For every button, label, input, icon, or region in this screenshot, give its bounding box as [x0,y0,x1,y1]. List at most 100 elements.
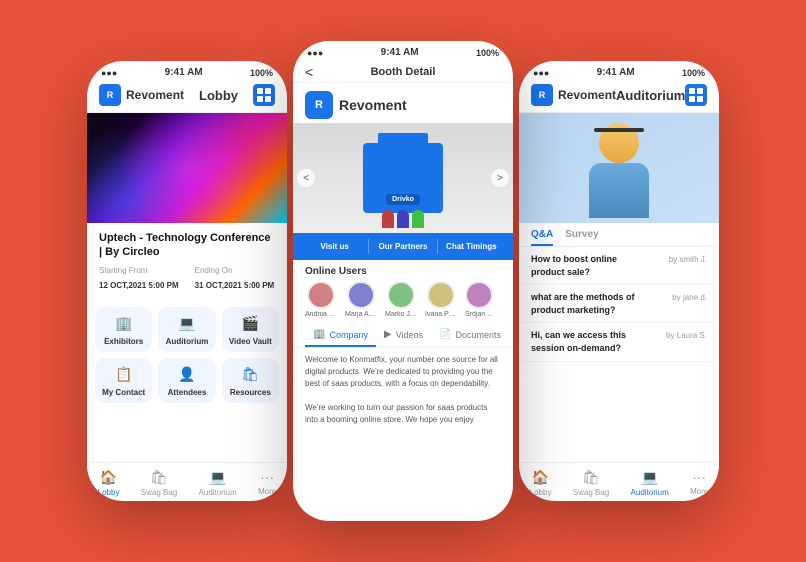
back-button[interactable]: < [305,64,313,80]
user-andrija: Andrija N... [305,281,337,318]
qa-item-3: Hi, can we access this session on-demand… [519,323,719,361]
booth-brand-icon: R [305,91,333,119]
tab-documents[interactable]: 📄 Documents [431,324,509,347]
end-date: 31 OCT,2021 5:00 PM [195,281,275,290]
start-date: 12 OCT,2021 5:00 PM [99,281,179,290]
time-right: 9:41 AM [597,67,635,78]
swag-icon-right: 🛍 [582,469,600,486]
headset-band [594,128,644,132]
more-icon-right: ··· [692,469,706,485]
tab-company[interactable]: 🏢 Company [305,324,376,347]
exhibitors-label: Exhibitors [104,337,143,346]
name-marja: Marja Antic [345,311,377,318]
auditorium-hero [519,113,719,223]
auditorium-btn[interactable]: 💻 Auditorium [158,307,215,352]
person-2 [397,210,409,228]
attendees-icon: 👤 [175,366,199,384]
nav-lobby-label: Lobby [98,488,120,497]
author-3: by Laura S. [666,331,707,340]
feature-grid: 🏢 Exhibitors 💻 Auditorium 🎬 Video Vault … [87,307,287,409]
event-title: Uptech - Technology Conference | By Circ… [99,231,275,260]
booth-carousel: Drivko < > [293,123,513,233]
tab-videos[interactable]: ▶ Videos [376,324,431,347]
name-andrija: Andrija N... [305,311,337,318]
online-users-label: Online Users [293,260,513,281]
exhibitors-btn[interactable]: 🏢 Exhibitors [95,307,152,352]
carousel-next[interactable]: > [491,169,509,187]
nav-more-left[interactable]: ··· More [258,469,276,497]
bottom-nav-right: 🏠 Lobby 🛍 Swag Bag 💻 Auditorium ··· More [519,462,719,501]
nav-more-label: More [258,487,276,496]
video-vault-btn[interactable]: 🎬 Video Vault [222,307,279,352]
nav-lobby-label-right: Lobby [530,488,552,497]
auditorium-header: R Revoment Auditorium [519,80,719,113]
battery-right: 100% [682,68,705,78]
video-vault-label: Video Vault [229,337,272,346]
user-marja: Marja Antic [345,281,377,318]
user-marko: Marko Jus... [385,281,417,318]
brand-name-left: Revoment [126,88,184,102]
chat-timings-btn[interactable]: Chat Timings [437,239,505,254]
avatar-ivana [427,281,455,309]
event-info: Uptech - Technology Conference | By Circ… [87,223,287,307]
nav-swagbag-right[interactable]: 🛍 Swag Bag [573,469,609,497]
content-tabs: 🏢 Company ▶ Videos 📄 Documents [293,324,513,348]
booth-stage: Drivko [293,123,513,233]
qr-button-left[interactable] [253,84,275,106]
question-2: what are the methods of product marketin… [531,291,651,316]
battery-center: 100% [476,48,499,58]
phone-booth: ●●● 9:41 AM 100% < Booth Detail R Revome… [293,41,513,521]
nav-auditorium-right[interactable]: 💻 Auditorium [631,469,669,497]
booth-people [382,210,424,228]
exhibitors-icon: 🏢 [112,315,136,333]
our-partners-btn[interactable]: Our Partners [368,239,436,254]
end-date-block: Ending On 31 OCT,2021 5:00 PM [195,266,275,293]
more-icon: ··· [260,469,274,485]
qa-tab-survey[interactable]: Survey [565,229,598,246]
person-3 [412,210,424,228]
qr-button-right[interactable] [685,84,707,106]
user-srdjan: Srdjan ... [465,281,493,318]
signal-left: ●●● [101,68,117,78]
body-shape [589,163,649,218]
booth-description: Welcome to Konmatfix, your number one so… [293,348,513,430]
brand-name-right: Revoment [558,88,616,102]
docs-tab-label: Documents [456,330,502,340]
status-bar-right: ●●● 9:41 AM 100% [519,61,719,80]
status-bar-center: ●●● 9:41 AM 100% [293,41,513,60]
my-contact-label: My Contact [102,388,145,397]
my-contact-icon: 📋 [112,366,136,384]
booth-sign: Drivko [386,194,420,205]
swag-icon: 🛍 [150,469,168,486]
hero-decoration [87,113,287,223]
signal-right: ●●● [533,68,549,78]
visit-us-btn[interactable]: Visit us [301,239,368,254]
my-contact-btn[interactable]: 📋 My Contact [95,358,152,403]
booth-brand: R Revoment [293,83,513,123]
nav-lobby-left[interactable]: 🏠 Lobby [98,469,120,497]
time-left: 9:41 AM [165,67,203,78]
name-srdjan: Srdjan ... [465,311,493,318]
presenter-figure [579,118,659,218]
resources-btn[interactable]: 🛍 Resources [222,358,279,403]
lobby-title: Lobby [199,88,238,103]
qa-tab-qa[interactable]: Q&A [531,229,553,246]
brand-icon-left: R [99,84,121,106]
home-icon-right: 🏠 [532,469,549,486]
carousel-prev[interactable]: < [297,169,315,187]
name-ivana: Ivana Pavi... [425,311,457,318]
booth-building: Drivko [363,143,443,213]
action-buttons: Visit us Our Partners Chat Timings [293,233,513,260]
avatar-srdjan [465,281,493,309]
phone-auditorium: ●●● 9:41 AM 100% R Revoment Auditorium [519,61,719,501]
nav-more-right[interactable]: ··· More [690,469,708,497]
nav-swagbag-label: Swag Bag [141,488,177,497]
nav-swagbag-left[interactable]: 🛍 Swag Bag [141,469,177,497]
attendees-btn[interactable]: 👤 Attendees [158,358,215,403]
person-1 [382,210,394,228]
nav-auditorium-left[interactable]: 💻 Auditorium [199,469,237,497]
company-tab-label: Company [329,330,368,340]
status-bar-left: ●●● 9:41 AM 100% [87,61,287,80]
battery-left: 100% [250,68,273,78]
nav-lobby-right[interactable]: 🏠 Lobby [530,469,552,497]
